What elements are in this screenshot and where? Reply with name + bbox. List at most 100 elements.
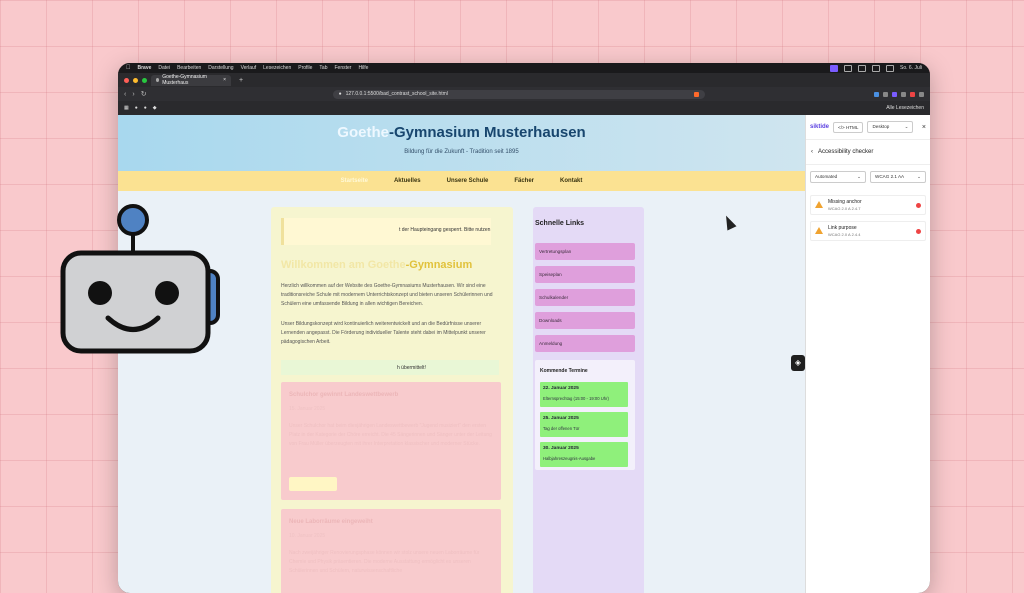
back-icon[interactable]: ‹ [124, 91, 126, 98]
menu-app[interactable]: Brave [138, 65, 152, 71]
browser-window:  Brave Datei Bearbeiten Darstellung Ver… [118, 63, 930, 593]
maximize-window-icon[interactable] [142, 77, 147, 83]
checker-filters: Automated ⌄ WCAG 2.1 AA ⌄ [806, 165, 930, 189]
mouse-cursor-icon [721, 213, 737, 231]
back-arrow-icon[interactable]: ‹ [811, 149, 813, 155]
menu-profile[interactable]: Profile [298, 65, 312, 71]
extension-icon[interactable] [883, 91, 888, 97]
site-nav: Startseite Aktuelles Unsere Schule Fäche… [118, 171, 805, 191]
minimize-window-icon[interactable] [133, 77, 138, 83]
battery-icon[interactable] [886, 64, 895, 72]
menu-darstellung[interactable]: Darstellung [208, 65, 233, 71]
extension-icon[interactable] [910, 91, 915, 97]
news-card: Schulchor gewinnt Landeswettbewerb 15. J… [281, 382, 501, 500]
site-title: Goethe-Gymnasium Musterhausen [337, 124, 586, 141]
close-window-icon[interactable] [124, 77, 129, 83]
issue-ref: WCAG 2.0 A 2.4.4 [828, 232, 861, 237]
site-subtitle: Bildung für die Zukunft - Tradition seit… [404, 149, 519, 155]
site-info-icon[interactable]: ● [339, 91, 342, 97]
event-item: 30. Januar 2025 Halbjahreszeugnis-Ausgab… [540, 442, 628, 467]
intro-paragraph: Herzlich willkommen auf der Website des … [281, 283, 493, 307]
link-anmeldung[interactable]: Anmeldung [535, 335, 635, 352]
close-icon[interactable]: × [922, 124, 926, 131]
menu-datei[interactable]: Datei [158, 65, 170, 71]
all-bookmarks[interactable]: Alle Lesezeichen [886, 105, 924, 111]
menu-verlauf[interactable]: Verlauf [241, 65, 257, 71]
new-tab-icon[interactable]: + [239, 77, 243, 84]
event-date: 25. Januar 2025 [543, 416, 579, 421]
issue-title: Link purpose [828, 225, 857, 231]
mac-menubar:  Brave Datei Bearbeiten Darstellung Ver… [118, 63, 930, 73]
bookmark-icon[interactable]: ● [144, 105, 147, 111]
nav-startseite[interactable]: Startseite [341, 178, 368, 184]
accessibility-toggle-icon[interactable]: ◈ [791, 355, 805, 371]
robot-icon [60, 204, 220, 354]
bookmark-icon[interactable]: ● [135, 105, 138, 111]
apps-icon[interactable]: ▦ [124, 105, 129, 111]
menu-fenster[interactable]: Fenster [334, 65, 351, 71]
mode-select[interactable]: Automated ⌄ [810, 171, 866, 183]
status-icon[interactable] [844, 64, 853, 72]
clock[interactable]: So. 6. Juli [900, 65, 922, 71]
upcoming-events: Kommende Termine 22. Januar 2025 Elterns… [535, 360, 635, 470]
issue-badge [916, 203, 921, 208]
extension-icon[interactable] [874, 91, 879, 97]
nav-kontakt[interactable]: Kontakt [560, 178, 582, 184]
apple-icon[interactable]:  [126, 65, 131, 71]
menu-lesezeichen[interactable]: Lesezeichen [263, 65, 291, 71]
news-title: Neue Laborräume eingeweiht [289, 519, 373, 525]
standard-select[interactable]: WCAG 2.1 AA ⌄ [870, 171, 926, 183]
quick-links-sidebar: Schnelle Links Vertretungsplan Speisepla… [533, 207, 644, 593]
checker-header: ‹ Accessibility checker [806, 139, 930, 165]
address-row: ‹ › ↻ ● 127.0.0.1:5500/bad_contrast_scho… [118, 87, 930, 101]
event-date: 30. Januar 2025 [543, 446, 579, 451]
extension-icon[interactable] [901, 91, 906, 97]
nav-unsere-schule[interactable]: Unsere Schule [447, 178, 489, 184]
siktide-logo: siktide [810, 124, 830, 130]
menu-icon[interactable] [919, 91, 924, 97]
reload-icon[interactable]: ↻ [141, 90, 147, 98]
notice-banner: t der Haupteingang gesperrt. Bitte nutze… [281, 218, 491, 245]
link-speiseplan[interactable]: Speiseplan [535, 266, 635, 283]
tab-bar: Goethe-Gymnasium Musterhaus × + [118, 73, 930, 87]
link-downloads[interactable]: Downloads [535, 312, 635, 329]
event-text: Elternsprechtag (15:00 - 19:00 Uhr) [543, 396, 609, 401]
warning-icon [815, 227, 823, 234]
brave-shield-icon[interactable] [693, 91, 699, 97]
welcome-heading: Willkommen am Goethe-Gymnasium [281, 259, 473, 271]
bookmark-icon[interactable]: ◆ [153, 105, 157, 111]
tab-close-icon[interactable]: × [223, 77, 226, 83]
browser-tab[interactable]: Goethe-Gymnasium Musterhaus × [151, 74, 231, 86]
event-text: Tag der offenen Tür [543, 426, 580, 431]
quick-links-title: Schnelle Links [535, 220, 585, 227]
event-item: 25. Januar 2025 Tag der offenen Tür [540, 412, 628, 437]
menu-tab[interactable]: Tab [319, 65, 327, 71]
extension-icon[interactable] [892, 91, 897, 97]
read-more-button[interactable]: Weiterlesen [289, 477, 337, 491]
forward-icon[interactable]: › [132, 91, 134, 98]
read-more-label: Weiterlesen [299, 481, 327, 487]
menu-bearbeiten[interactable]: Bearbeiten [177, 65, 201, 71]
panel-toolbar: siktide </> HTML Desktop ⌄ × [806, 115, 930, 139]
event-text: Halbjahreszeugnis-Ausgabe [543, 456, 596, 461]
nav-aktuelles[interactable]: Aktuelles [394, 178, 421, 184]
address-bar[interactable]: ● 127.0.0.1:5500/bad_contrast_school_sit… [332, 89, 705, 99]
device-select[interactable]: Desktop ⌄ [867, 121, 914, 133]
menu-hilfe[interactable]: Hilfe [358, 65, 368, 71]
status-icon[interactable] [858, 64, 867, 72]
issue-ref: WCAG 2.0 A 2.4.7 [828, 206, 861, 211]
issue-title: Missing anchor [828, 199, 862, 205]
event-date: 22. Januar 2025 [543, 386, 579, 391]
issue-item[interactable]: Link purpose WCAG 2.0 A 2.4.4 [810, 221, 926, 241]
wifi-icon[interactable] [872, 64, 881, 72]
screen-record-icon[interactable] [830, 64, 839, 72]
main-column: t der Haupteingang gesperrt. Bitte nutze… [271, 207, 513, 593]
link-vertretungsplan[interactable]: Vertretungsplan [535, 243, 635, 260]
url-text: 127.0.0.1:5500/bad_contrast_school_site.… [345, 91, 448, 97]
issue-item[interactable]: Missing anchor WCAG 2.0 A 2.4.7 [810, 195, 926, 215]
html-button[interactable]: </> HTML [833, 121, 864, 133]
nav-faecher[interactable]: Fächer [514, 178, 534, 184]
issue-badge [916, 229, 921, 234]
bookmarks-bar: ▦ ● ● ◆ Alle Lesezeichen [118, 101, 930, 115]
link-schulkalender[interactable]: Schulkalender [535, 289, 635, 306]
